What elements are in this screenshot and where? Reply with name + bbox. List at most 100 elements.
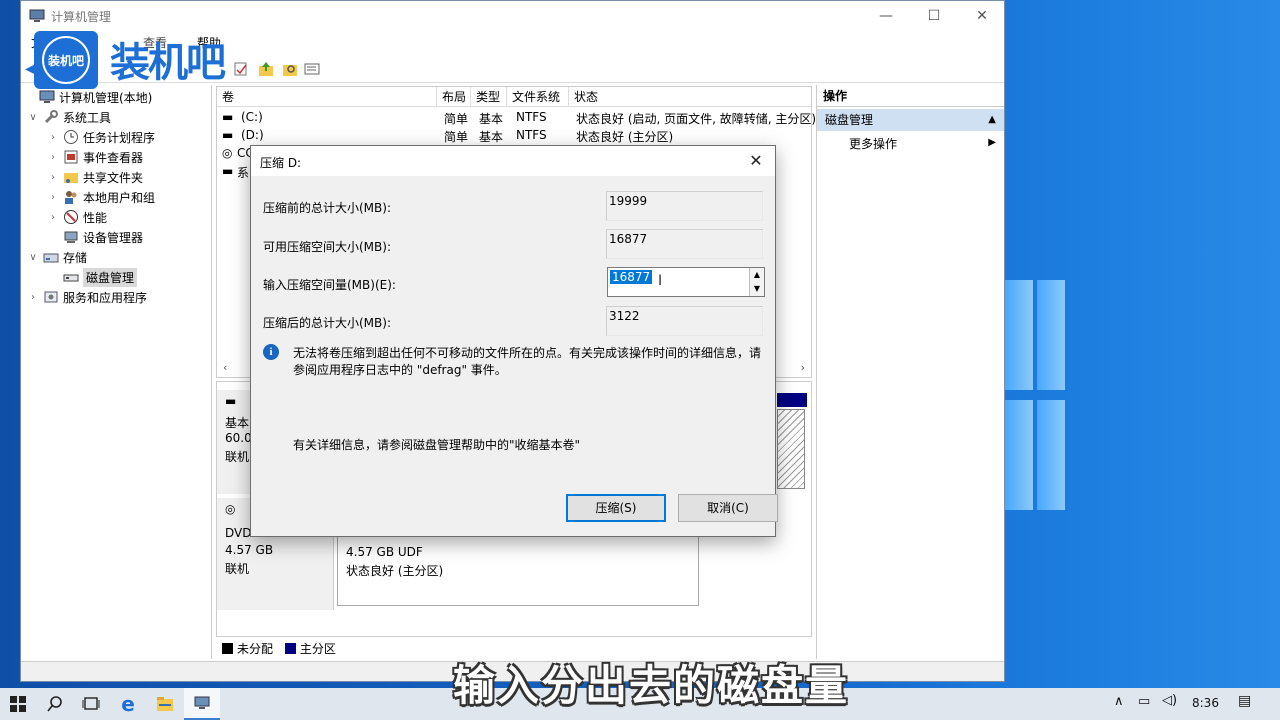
submenu-arrow-icon: ▶ <box>988 137 996 148</box>
users-icon <box>65 191 77 204</box>
chevron-right-icon[interactable]: › <box>47 172 59 183</box>
column-header-filesystem[interactable]: 文件系统 <box>507 87 569 107</box>
more-actions[interactable]: 更多操作 <box>849 135 897 152</box>
computer-icon <box>39 90 55 103</box>
total-after-field: 3122 <box>606 306 763 336</box>
chevron-right-icon[interactable]: › <box>47 152 59 163</box>
search-folder-icon[interactable] <box>282 61 298 77</box>
column-header-layout[interactable]: 布局 <box>437 87 471 107</box>
scroll-right-icon[interactable]: › <box>801 361 805 374</box>
device-manager-icon <box>64 231 78 243</box>
tree-item-disk-management[interactable]: 磁盘管理 <box>47 267 138 287</box>
legend-swatch-unallocated <box>222 643 233 654</box>
total-before-field: 19999 <box>606 191 763 221</box>
console-view-icon[interactable] <box>304 61 320 77</box>
actions-section-disk-management[interactable]: 磁盘管理 ▲ <box>817 109 1004 131</box>
shared-folder-icon <box>64 173 78 183</box>
disk-icon <box>63 274 79 282</box>
legend-swatch-primary <box>284 643 296 654</box>
edge-icon: e <box>121 692 135 716</box>
tree-item-computer-management[interactable]: 计算机管理(本地) <box>23 87 152 107</box>
dialog-title-bar: 压缩 D: ✕ <box>251 146 775 176</box>
shrink-button[interactable]: 压缩(S) <box>566 494 666 522</box>
file-explorer-button[interactable] <box>147 688 183 720</box>
cancel-button[interactable]: 取消(C) <box>678 494 778 522</box>
tree-item-performance[interactable]: › 性能 <box>47 207 107 227</box>
partition-hatched[interactable] <box>777 409 805 489</box>
shrink-amount-label: 输入压缩空间量(MB)(E): <box>263 278 396 292</box>
tree-item-services-apps[interactable]: › 服务和应用程序 <box>27 287 147 307</box>
shrink-dialog: 压缩 D: ✕ 压缩前的总计大小(MB): 19999 可用压缩空间大小(MB)… <box>250 145 778 537</box>
windows-icon <box>10 696 26 712</box>
spin-down-button[interactable]: ▼ <box>749 282 764 296</box>
console-tree: 计算机管理(本地) ∨ 系统工具 › 任务计划程序 › 事件查看器 › 共享文件… <box>21 85 212 659</box>
tree-item-local-users[interactable]: › 本地用户和组 <box>47 187 155 207</box>
tray-overflow-icon[interactable]: ∧ <box>1114 694 1124 709</box>
volume-icon[interactable]: ◁) <box>1162 693 1177 708</box>
window-title: 计算机管理 <box>51 10 112 24</box>
watermark-logo-text: 装机吧 <box>110 40 226 86</box>
tools-icon <box>44 110 58 124</box>
actions-header: 操作 <box>817 85 1004 107</box>
tree-item-storage[interactable]: ∨ 存储 <box>27 247 87 267</box>
table-row[interactable]: ▬ (C:) 简单 基本 NTFS 状态良好 (启动, 页面文件, 故障转储, … <box>217 108 816 126</box>
close-button[interactable]: ✕ <box>959 1 1005 31</box>
folder-icon <box>157 697 173 711</box>
info-text: 无法将卷压缩到超出任何不可移动的文件所在的点。有关完成该操作时间的详细信息，请参… <box>293 346 762 377</box>
watermark-badge-text: 装机吧 <box>42 36 90 84</box>
actions-pane: 操作 磁盘管理 ▲ 更多操作 ▶ <box>816 85 1004 659</box>
chevron-down-icon[interactable]: ∨ <box>27 112 39 123</box>
performance-icon <box>64 210 78 224</box>
notification-icon[interactable]: ▤ <box>1238 693 1251 709</box>
partition-header-bar <box>777 393 807 407</box>
tree-item-task-scheduler[interactable]: › 任务计划程序 <box>47 127 155 147</box>
column-header-volume[interactable]: 卷 <box>217 87 437 107</box>
watermark-logo-badge: 装机吧 <box>34 31 98 89</box>
properties-icon[interactable] <box>233 61 249 77</box>
minimize-button[interactable]: — <box>863 1 909 31</box>
disk-icon: ▬ <box>225 394 237 408</box>
chevron-down-icon[interactable]: ∨ <box>27 252 39 263</box>
column-header-type[interactable]: 类型 <box>471 87 507 107</box>
scroll-left-icon[interactable]: ‹ <box>223 361 227 374</box>
chevron-right-icon[interactable]: › <box>47 132 59 143</box>
dialog-close-button[interactable]: ✕ <box>745 150 767 172</box>
title-bar: 计算机管理 — ☐ ✕ <box>21 1 1004 31</box>
tree-item-shared-folders[interactable]: › 共享文件夹 <box>47 167 143 187</box>
windows-logo-graphic <box>1005 280 1065 520</box>
table-row[interactable]: ▬ (D:) 简单 基本 NTFS 状态良好 (主分区) <box>217 126 811 144</box>
volume-icon: ▬ <box>222 164 234 178</box>
shrink-amount-input[interactable]: 16877 I ▲ ▼ <box>607 267 765 297</box>
task-view-button[interactable] <box>73 688 109 720</box>
up-folder-icon[interactable] <box>258 61 274 77</box>
info-icon: i <box>263 344 279 360</box>
chevron-right-icon[interactable]: › <box>27 292 39 303</box>
cd-icon: ◎ <box>225 502 236 516</box>
clock[interactable]: 8:36 <box>1192 696 1219 710</box>
computer-management-taskbar-button[interactable] <box>184 688 220 720</box>
clock-icon <box>64 130 78 144</box>
column-header-status[interactable]: 状态 <box>569 87 813 107</box>
network-icon[interactable]: ▭ <box>1138 694 1150 709</box>
collapse-icon[interactable]: ▲ <box>988 109 996 131</box>
tree-item-system-tools[interactable]: ∨ 系统工具 <box>27 107 111 127</box>
cd-icon: ◎ <box>222 146 233 160</box>
spin-up-button[interactable]: ▲ <box>749 268 764 282</box>
edge-button[interactable]: e <box>110 688 146 720</box>
chevron-right-icon[interactable]: › <box>47 192 59 203</box>
subtitle-caption: 输入分出去的磁盘量 <box>453 661 850 710</box>
volume-list-header: 卷 布局 类型 文件系统 状态 <box>217 87 811 107</box>
search-icon <box>47 696 62 712</box>
search-button[interactable] <box>37 688 73 720</box>
chevron-right-icon[interactable]: › <box>47 212 59 223</box>
services-icon <box>44 291 58 303</box>
dialog-title: 压缩 D: <box>260 156 302 170</box>
start-button[interactable] <box>0 688 36 720</box>
tree-item-event-viewer[interactable]: › 事件查看器 <box>47 147 143 167</box>
maximize-button[interactable]: ☐ <box>911 1 957 31</box>
text-cursor-icon: I <box>658 273 663 289</box>
tree-item-device-manager[interactable]: 设备管理器 <box>47 227 143 247</box>
shrink-amount-value: 16877 <box>610 270 653 284</box>
volume-icon: ▬ <box>222 110 234 124</box>
computer-management-icon <box>29 9 45 22</box>
